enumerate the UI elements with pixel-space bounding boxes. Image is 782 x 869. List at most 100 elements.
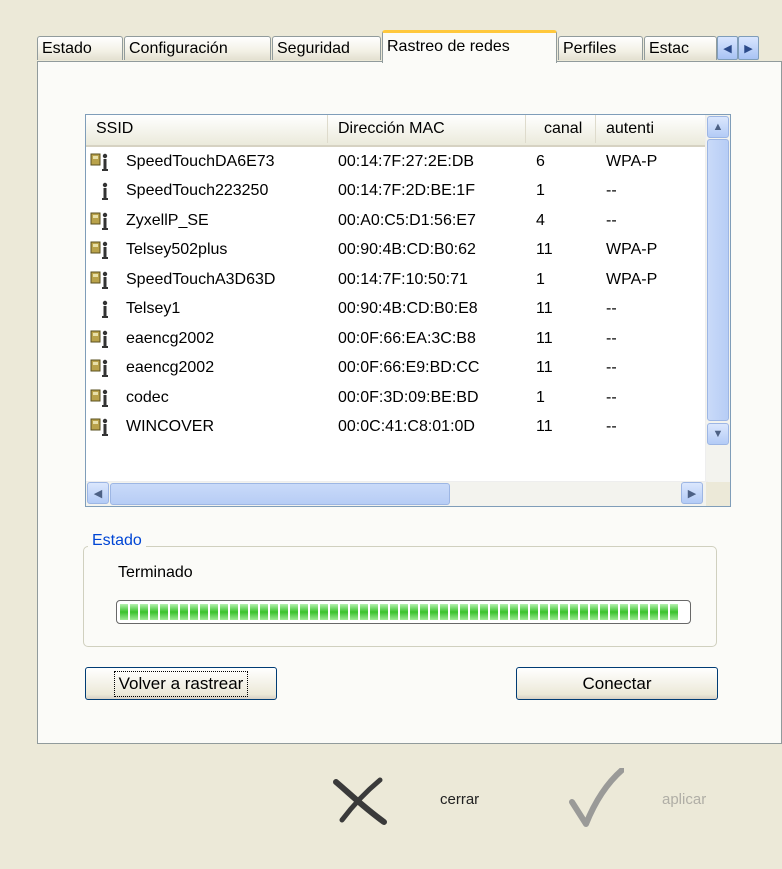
tab-perfiles[interactable]: Perfiles — [558, 36, 643, 60]
table-row[interactable]: SpeedTouchA3D63D 00:14:7F:10:50:71 1 WPA-P — [86, 265, 708, 295]
open-network-icon — [90, 181, 116, 201]
column-header-ssid[interactable]: SSID — [86, 115, 328, 143]
table-row[interactable]: codec 00:0F:3D:09:BE:BD 1 -- — [86, 383, 708, 413]
ssid-cell: eaencg2002 — [86, 358, 328, 378]
tab-configuracion[interactable]: Configuración — [124, 36, 271, 60]
network-list[interactable]: SSID Dirección MAC canal autenti SpeedTo… — [85, 114, 731, 507]
close-label[interactable]: cerrar — [440, 791, 479, 808]
progress-block — [360, 604, 368, 620]
auth-cell: WPA-P — [606, 241, 658, 259]
mac-cell: 00:14:7F:10:50:71 — [338, 270, 468, 288]
apply-checkmark-icon[interactable] — [568, 767, 625, 828]
ssid-text: SpeedTouch223250 — [126, 182, 269, 200]
auth-cell: -- — [606, 329, 617, 347]
progress-block — [350, 604, 358, 620]
auth-cell: -- — [606, 211, 617, 229]
scroll-left-icon[interactable]: ◀ — [87, 482, 109, 504]
progress-block — [550, 604, 558, 620]
secured-network-icon — [90, 152, 116, 172]
progress-block — [310, 604, 318, 620]
channel-cell: 6 — [536, 152, 545, 170]
channel-cell: 1 — [536, 182, 545, 200]
status-text: Terminado — [118, 564, 193, 581]
auth-cell: -- — [606, 359, 617, 377]
rescan-button[interactable]: Volver a rastrear — [85, 667, 277, 700]
progress-block — [510, 604, 518, 620]
table-row[interactable]: WINCOVER 00:0C:41:C8:01:0D 11 -- — [86, 413, 708, 443]
open-network-icon — [90, 299, 116, 319]
ssid-text: ZyxellP_SE — [126, 211, 209, 229]
mac-cell: 00:90:4B:CD:B0:62 — [338, 241, 476, 259]
progress-block — [320, 604, 328, 620]
table-row[interactable]: ZyxellP_SE 00:A0:C5:D1:56:E7 4 -- — [86, 206, 708, 236]
channel-cell: 1 — [536, 270, 545, 288]
rescan-button-label: Volver a rastrear — [113, 670, 249, 697]
channel-cell: 4 — [536, 211, 545, 229]
progress-bar — [116, 600, 691, 624]
table-row[interactable]: SpeedTouchDA6E73 00:14:7F:27:2E:DB 6 WPA-P — [86, 147, 708, 177]
ssid-cell: SpeedTouchDA6E73 — [86, 152, 328, 172]
ssid-cell: ZyxellP_SE — [86, 211, 328, 231]
progress-block — [180, 604, 188, 620]
secured-network-icon — [90, 211, 116, 231]
table-row[interactable]: Telsey1 00:90:4B:CD:B0:E8 11 -- — [86, 295, 708, 325]
tab-scroll-right-icon[interactable]: ▶ — [738, 36, 759, 60]
ssid-cell: SpeedTouchA3D63D — [86, 270, 328, 290]
table-row[interactable]: eaencg2002 00:0F:66:E9:BD:CC 11 -- — [86, 354, 708, 384]
channel-cell: 11 — [536, 300, 553, 318]
ssid-cell: Telsey1 — [86, 299, 328, 319]
progress-block — [460, 604, 468, 620]
progress-block — [270, 604, 278, 620]
channel-cell: 11 — [536, 359, 553, 377]
vertical-scrollbar[interactable]: ▲ ▼ — [705, 115, 730, 482]
secured-network-icon — [90, 329, 116, 349]
progress-block — [130, 604, 138, 620]
progress-block — [640, 604, 648, 620]
column-header-auth[interactable]: autenti — [596, 115, 708, 143]
progress-block — [650, 604, 658, 620]
progress-block — [160, 604, 168, 620]
progress-block — [470, 604, 478, 620]
ssid-text: SpeedTouchDA6E73 — [126, 152, 275, 170]
progress-block — [560, 604, 568, 620]
progress-block — [400, 604, 408, 620]
tab-rastreo-de-redes[interactable]: Rastreo de redes — [382, 30, 557, 63]
channel-cell: 11 — [536, 329, 553, 347]
progress-block — [630, 604, 638, 620]
column-header-mac[interactable]: Dirección MAC — [328, 115, 526, 143]
tab-seguridad[interactable]: Seguridad — [272, 36, 381, 60]
secured-network-icon — [90, 270, 116, 290]
table-row[interactable]: SpeedTouch223250 00:14:7F:2D:BE:1F 1 -- — [86, 177, 708, 207]
scroll-right-icon[interactable]: ▶ — [681, 482, 703, 504]
auth-cell: WPA-P — [606, 270, 658, 288]
tab-scroll-left-icon[interactable]: ◀ — [717, 36, 738, 60]
horizontal-scrollbar[interactable]: ◀ ▶ — [86, 481, 708, 506]
tab-estado[interactable]: Estado — [37, 36, 123, 60]
ssid-text: codec — [126, 388, 169, 406]
auth-cell: -- — [606, 182, 617, 200]
mac-cell: 00:0F:3D:09:BE:BD — [338, 388, 479, 406]
column-header-channel[interactable]: canal — [526, 115, 596, 143]
channel-cell: 11 — [536, 241, 553, 259]
progress-block — [520, 604, 528, 620]
progress-block — [610, 604, 618, 620]
auth-cell: -- — [606, 388, 617, 406]
ssid-cell: codec — [86, 388, 328, 408]
progress-block — [190, 604, 198, 620]
table-row[interactable]: Telsey502plus 00:90:4B:CD:B0:62 11 WPA-P — [86, 236, 708, 266]
scroll-down-icon[interactable]: ▼ — [707, 423, 729, 445]
ssid-text: eaencg2002 — [126, 329, 215, 347]
channel-cell: 1 — [536, 388, 545, 406]
tab-estadisticas[interactable]: Estac — [644, 36, 717, 60]
close-icon[interactable] — [332, 776, 388, 826]
scroll-up-icon[interactable]: ▲ — [707, 116, 729, 138]
auth-cell: WPA-P — [606, 152, 658, 170]
vertical-scroll-thumb[interactable] — [707, 139, 729, 421]
progress-block — [620, 604, 628, 620]
table-row[interactable]: eaencg2002 00:0F:66:EA:3C:B8 11 -- — [86, 324, 708, 354]
apply-label[interactable]: aplicar — [662, 791, 706, 808]
mac-cell: 00:14:7F:2D:BE:1F — [338, 182, 475, 200]
connect-button[interactable]: Conectar — [516, 667, 718, 700]
mac-cell: 00:0C:41:C8:01:0D — [338, 418, 475, 436]
horizontal-scroll-thumb[interactable] — [110, 483, 450, 505]
